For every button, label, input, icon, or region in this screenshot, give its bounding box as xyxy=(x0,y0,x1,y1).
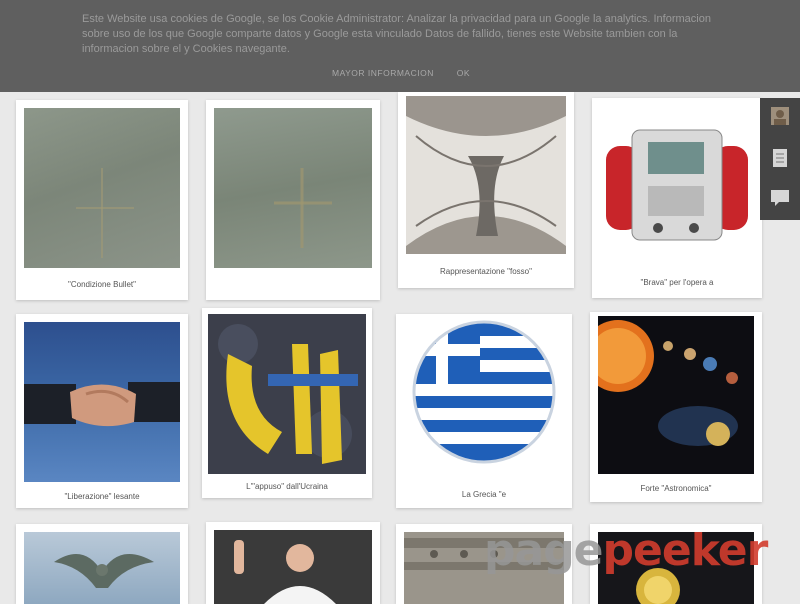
greek-flag-image xyxy=(412,320,556,464)
post-caption[interactable]: "Condizione Bullet" xyxy=(16,280,188,289)
post-card[interactable]: Rappresentazione "fosso" xyxy=(398,92,574,288)
ok-button[interactable]: OK xyxy=(457,68,470,78)
solar-system-image xyxy=(598,320,738,446)
post-thumbnail[interactable] xyxy=(406,96,566,254)
post-card[interactable] xyxy=(206,522,380,604)
post-thumbnail[interactable] xyxy=(214,530,372,604)
post-gallery: "Condizione Bullet" Rappresentazione "fo… xyxy=(0,92,800,604)
post-card[interactable]: L'"appuso" dall'Ucraina xyxy=(202,308,372,498)
post-thumbnail[interactable] xyxy=(214,108,372,268)
pope-waving-image xyxy=(214,530,372,604)
cookie-text: Este Website usa cookies de Google, se l… xyxy=(82,13,711,55)
post-thumbnail[interactable] xyxy=(24,532,180,604)
red-medical-device-image xyxy=(606,129,748,241)
post-thumbnail[interactable] xyxy=(598,316,754,474)
angel-statue-image xyxy=(54,554,154,588)
post-caption[interactable]: Forte "Astronomica" xyxy=(590,484,762,493)
pagepeeker-watermark: pagepeeker xyxy=(484,525,769,576)
post-thumbnail[interactable] xyxy=(24,108,180,268)
document-icon[interactable] xyxy=(770,148,790,168)
cookie-actions: MAYOR INFORMACION OK xyxy=(82,66,720,81)
post-card[interactable] xyxy=(16,524,188,604)
post-caption[interactable]: La Grecia "e xyxy=(396,490,572,499)
post-thumbnail[interactable] xyxy=(598,108,756,258)
post-card[interactable]: "Liberazione" lesante xyxy=(16,314,188,508)
post-caption[interactable]: Rappresentazione "fosso" xyxy=(398,267,574,276)
comment-icon[interactable] xyxy=(770,188,790,208)
post-thumbnail[interactable] xyxy=(404,318,564,478)
concrete-wall-image xyxy=(76,168,134,258)
post-caption[interactable]: "Brava" per l'opera a xyxy=(592,278,762,287)
more-info-link[interactable]: MAYOR INFORMACION xyxy=(332,68,434,78)
concrete-wall-cross-image xyxy=(274,168,332,248)
watermark-part-peeker: peeker xyxy=(602,525,769,576)
avatar-icon[interactable] xyxy=(770,106,790,126)
post-thumbnail[interactable] xyxy=(24,322,180,482)
sculpture-sketch-image xyxy=(406,96,566,254)
watermark-part-page: page xyxy=(484,525,604,576)
post-caption[interactable]: "Liberazione" lesante xyxy=(16,492,188,501)
post-caption[interactable]: L'"appuso" dall'Ucraina xyxy=(202,482,372,491)
post-card[interactable]: La Grecia "e xyxy=(396,314,572,508)
cookie-banner: Este Website usa cookies de Google, se l… xyxy=(0,0,800,92)
crowd-flag-image xyxy=(208,314,366,474)
post-card[interactable]: Forte "Astronomica" xyxy=(590,312,762,502)
post-card[interactable] xyxy=(206,100,380,300)
post-card[interactable]: "Brava" per l'opera a xyxy=(592,98,762,298)
post-thumbnail[interactable] xyxy=(208,314,366,474)
post-card[interactable]: "Condizione Bullet" xyxy=(16,100,188,300)
floating-share-bar xyxy=(760,98,800,220)
handshake-image xyxy=(24,382,180,427)
